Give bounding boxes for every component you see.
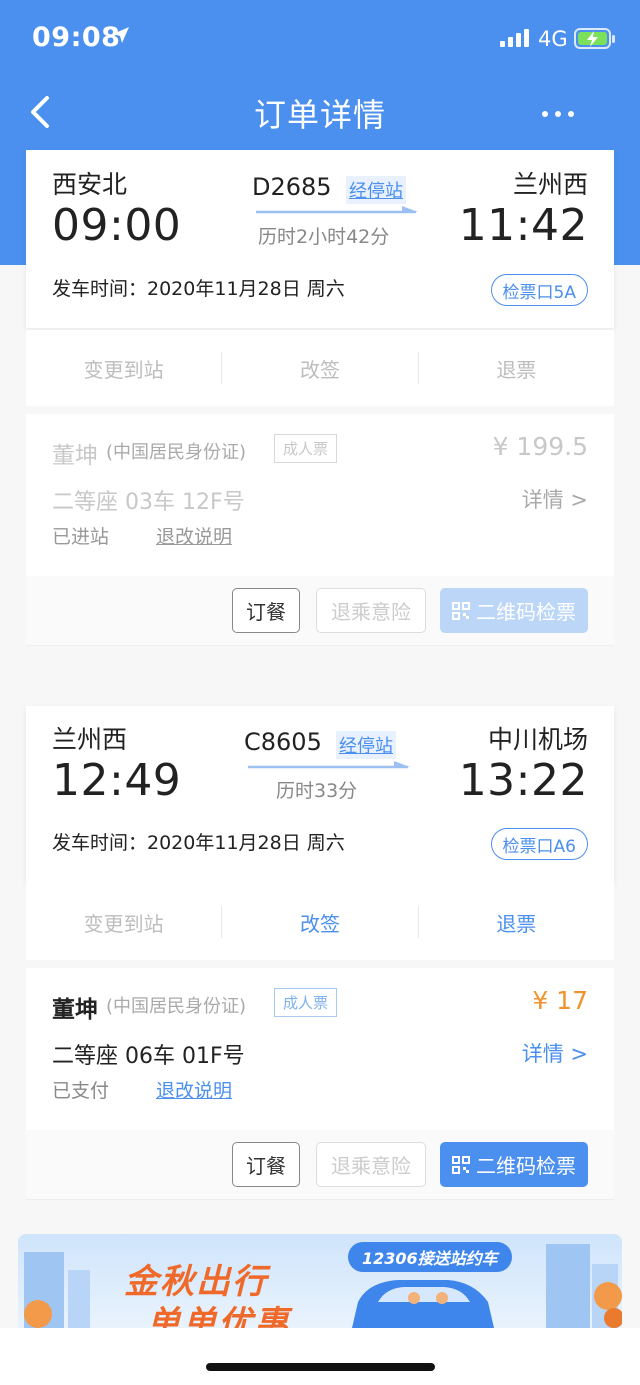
ticket-type-badge: 成人票 bbox=[274, 988, 338, 1017]
detail-link[interactable]: 详情 > bbox=[522, 484, 588, 514]
more-dot-icon bbox=[568, 111, 574, 117]
ticket-status: 已支付 bbox=[52, 1080, 110, 1102]
from-station: 西安北 bbox=[52, 170, 128, 199]
ticket-actions: 变更到站 改签 退票 bbox=[26, 884, 614, 960]
gate-badge: 检票口A6 bbox=[490, 828, 588, 860]
qr-code-icon bbox=[452, 601, 470, 620]
trip-card: 兰州西 12:49 C8605 经停站 历时33分 中川机场 13:22 发车时… bbox=[26, 706, 614, 884]
depart-date: 发车时间：2020年11月28日 周六 bbox=[52, 832, 345, 854]
ticket-status: 已进站 bbox=[52, 526, 110, 548]
refund-policy-link[interactable]: 退改说明 bbox=[156, 1076, 232, 1103]
passenger-id-type: (中国居民身份证) bbox=[106, 996, 247, 1017]
arrive-time: 11:42 bbox=[458, 200, 588, 251]
banner-tag: 12306接送站约车 bbox=[348, 1242, 512, 1272]
more-menu-button[interactable] bbox=[532, 94, 584, 134]
route-arrow-icon bbox=[248, 761, 410, 769]
network-type: 4G bbox=[538, 27, 568, 51]
battery-charging-icon bbox=[574, 28, 616, 54]
refund-button[interactable]: 退票 bbox=[419, 908, 614, 937]
seat-info: 二等座 03车 12F号 bbox=[52, 490, 245, 515]
ticket-price: ¥ 199.5 bbox=[492, 432, 588, 461]
arrive-time: 13:22 bbox=[458, 755, 588, 806]
insurance-button[interactable]: 退乘意险 bbox=[316, 1142, 426, 1187]
promo-banner[interactable]: 金秋出行 单单优惠 12306接送站约车 bbox=[18, 1234, 622, 1328]
location-arrow-icon bbox=[112, 26, 130, 48]
passenger-card: 董坤 (中国居民身份证) 成人票 ¥ 17 二等座 06车 01F号 详情 > … bbox=[26, 968, 614, 1132]
depart-time: 09:00 bbox=[52, 200, 182, 251]
to-station: 兰州西 bbox=[512, 170, 588, 199]
ticket-button-row: 订餐 退乘意险 二维码检票 bbox=[26, 576, 614, 646]
ticket-type-badge: 成人票 bbox=[274, 434, 338, 463]
change-destination-button[interactable]: 变更到站 bbox=[26, 354, 221, 383]
from-station: 兰州西 bbox=[52, 725, 128, 754]
route-arrow-icon bbox=[256, 206, 418, 214]
stops-link[interactable]: 经停站 bbox=[336, 731, 396, 759]
status-bar: 09:08 4G bbox=[0, 0, 640, 80]
passenger-id-type: (中国居民身份证) bbox=[106, 442, 247, 463]
refund-button[interactable]: 退票 bbox=[419, 354, 614, 383]
banner-subheadline: 单单优惠 bbox=[146, 1304, 290, 1328]
train-number: D2685 bbox=[252, 173, 332, 201]
ticket-button-row: 订餐 退乘意险 二维码检票 bbox=[26, 1130, 614, 1200]
train-number: C8605 bbox=[244, 728, 322, 756]
qr-checkin-label: 二维码检票 bbox=[476, 600, 576, 624]
home-indicator-area bbox=[0, 1328, 640, 1385]
passenger-name: 董坤 bbox=[52, 443, 98, 469]
change-destination-button[interactable]: 变更到站 bbox=[26, 908, 221, 937]
refund-policy-link[interactable]: 退改说明 bbox=[156, 522, 232, 549]
to-station: 中川机场 bbox=[487, 725, 588, 754]
signal-icon bbox=[500, 28, 532, 52]
ticket-price: ¥ 17 bbox=[532, 986, 588, 1015]
ticket-actions: 变更到站 改签 退票 bbox=[26, 330, 614, 406]
more-dot-icon bbox=[542, 111, 548, 117]
trip-card: 西安北 09:00 D2685 经停站 历时2小时42分 兰州西 11:42 发… bbox=[26, 150, 614, 328]
order-meal-button[interactable]: 订餐 bbox=[232, 1142, 300, 1187]
seat-info: 二等座 06车 01F号 bbox=[52, 1044, 245, 1069]
car-icon bbox=[352, 1280, 494, 1328]
detail-link[interactable]: 详情 > bbox=[522, 1038, 588, 1068]
reschedule-button[interactable]: 改签 bbox=[222, 354, 417, 383]
qr-checkin-label: 二维码检票 bbox=[476, 1154, 576, 1178]
reschedule-button[interactable]: 改签 bbox=[222, 908, 417, 937]
qr-code-icon bbox=[452, 1155, 470, 1174]
passenger-card: 董坤 (中国居民身份证) 成人票 ¥ 199.5 二等座 03车 12F号 详情… bbox=[26, 414, 614, 578]
qr-checkin-button[interactable]: 二维码检票 bbox=[440, 588, 588, 633]
order-meal-button[interactable]: 订餐 bbox=[232, 588, 300, 633]
stops-link[interactable]: 经停站 bbox=[346, 176, 406, 204]
passenger-name: 董坤 bbox=[52, 997, 98, 1023]
depart-date: 发车时间：2020年11月28日 周六 bbox=[52, 278, 345, 300]
depart-time: 12:49 bbox=[52, 755, 182, 806]
trip-duration: 历时2小时42分 bbox=[258, 226, 390, 248]
city-skyline-icon bbox=[24, 1244, 622, 1328]
qr-checkin-button[interactable]: 二维码检票 bbox=[440, 1142, 588, 1187]
more-dot-icon bbox=[555, 111, 561, 117]
insurance-button[interactable]: 退乘意险 bbox=[316, 588, 426, 633]
gate-badge: 检票口5A bbox=[490, 274, 588, 306]
nav-bar: 订单详情 bbox=[0, 80, 640, 146]
home-indicator[interactable] bbox=[206, 1363, 435, 1371]
status-time: 09:08 bbox=[32, 22, 121, 53]
trip-duration: 历时33分 bbox=[276, 780, 358, 802]
